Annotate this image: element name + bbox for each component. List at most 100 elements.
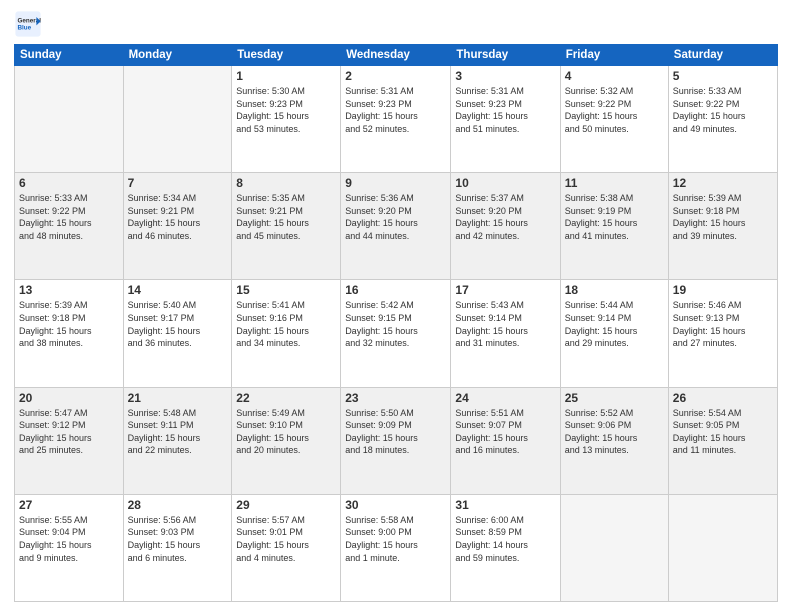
- weekday-header-monday: Monday: [123, 45, 232, 66]
- calendar-cell: 20 Sunrise: 5:47 AM Sunset: 9:12 PM Dayli…: [15, 387, 124, 494]
- calendar-cell: 25 Sunrise: 5:52 AM Sunset: 9:06 PM Dayli…: [560, 387, 668, 494]
- day-info: Sunrise: 5:42 AM Sunset: 9:15 PM Dayligh…: [345, 299, 446, 349]
- day-info: Sunrise: 5:47 AM Sunset: 9:12 PM Dayligh…: [19, 407, 119, 457]
- day-number: 12: [673, 176, 773, 190]
- day-number: 13: [19, 283, 119, 297]
- day-number: 3: [455, 69, 555, 83]
- day-info: Sunrise: 5:46 AM Sunset: 9:13 PM Dayligh…: [673, 299, 773, 349]
- calendar-week-row: 1 Sunrise: 5:30 AM Sunset: 9:23 PM Daylig…: [15, 66, 778, 173]
- day-info: Sunrise: 5:31 AM Sunset: 9:23 PM Dayligh…: [345, 85, 446, 135]
- calendar-table: SundayMondayTuesdayWednesdayThursdayFrid…: [14, 44, 778, 602]
- day-number: 8: [236, 176, 336, 190]
- calendar-cell: 26Sunrise: 5:54 AM Sunset: 9:05 PM Dayli…: [668, 387, 777, 494]
- day-number: 7: [128, 176, 228, 190]
- day-number: 6: [19, 176, 119, 190]
- calendar-cell: 11 Sunrise: 5:38 AM Sunset: 9:19 PM Dayli…: [560, 173, 668, 280]
- calendar-cell: 29Sunrise: 5:57 AM Sunset: 9:01 PM Dayli…: [232, 494, 341, 601]
- day-info: Sunrise: 5:33 AM Sunset: 9:22 PM Dayligh…: [673, 85, 773, 135]
- calendar-cell: 13Sunrise: 5:39 AM Sunset: 9:18 PM Dayli…: [15, 280, 124, 387]
- day-info: Sunrise: 5:44 AM Sunset: 9:14 PM Dayligh…: [565, 299, 664, 349]
- calendar-cell: 1 Sunrise: 5:30 AM Sunset: 9:23 PM Daylig…: [232, 66, 341, 173]
- calendar-week-row: 27 Sunrise: 5:55 AM Sunset: 9:04 PM Dayli…: [15, 494, 778, 601]
- calendar-cell: 5Sunrise: 5:33 AM Sunset: 9:22 PM Daylig…: [668, 66, 777, 173]
- day-number: 23: [345, 391, 446, 405]
- calendar-cell: 15Sunrise: 5:41 AM Sunset: 9:16 PM Dayli…: [232, 280, 341, 387]
- day-number: 18: [565, 283, 664, 297]
- calendar-cell: 22 Sunrise: 5:49 AM Sunset: 9:10 PM Dayli…: [232, 387, 341, 494]
- calendar-cell: [560, 494, 668, 601]
- day-number: 27: [19, 498, 119, 512]
- day-number: 16: [345, 283, 446, 297]
- day-info: Sunrise: 5:50 AM Sunset: 9:09 PM Dayligh…: [345, 407, 446, 457]
- calendar-cell: 28 Sunrise: 5:56 AM Sunset: 9:03 PM Dayli…: [123, 494, 232, 601]
- day-number: 29: [236, 498, 336, 512]
- day-info: Sunrise: 5:34 AM Sunset: 9:21 PM Dayligh…: [128, 192, 228, 242]
- logo-icon: General Blue: [14, 10, 42, 38]
- day-info: Sunrise: 5:55 AM Sunset: 9:04 PM Dayligh…: [19, 514, 119, 564]
- day-number: 28: [128, 498, 228, 512]
- weekday-header-tuesday: Tuesday: [232, 45, 341, 66]
- header: General Blue: [14, 10, 778, 38]
- day-info: Sunrise: 5:37 AM Sunset: 9:20 PM Dayligh…: [455, 192, 555, 242]
- day-number: 4: [565, 69, 664, 83]
- calendar-cell: 17 Sunrise: 5:43 AM Sunset: 9:14 PM Dayli…: [451, 280, 560, 387]
- day-info: Sunrise: 5:32 AM Sunset: 9:22 PM Dayligh…: [565, 85, 664, 135]
- calendar-cell: [123, 66, 232, 173]
- day-info: Sunrise: 5:51 AM Sunset: 9:07 PM Dayligh…: [455, 407, 555, 457]
- day-info: Sunrise: 5:48 AM Sunset: 9:11 PM Dayligh…: [128, 407, 228, 457]
- calendar-cell: 23 Sunrise: 5:50 AM Sunset: 9:09 PM Dayli…: [341, 387, 451, 494]
- calendar-cell: 14 Sunrise: 5:40 AM Sunset: 9:17 PM Dayli…: [123, 280, 232, 387]
- day-number: 20: [19, 391, 119, 405]
- day-info: Sunrise: 5:38 AM Sunset: 9:19 PM Dayligh…: [565, 192, 664, 242]
- day-number: 31: [455, 498, 555, 512]
- logo: General Blue: [14, 10, 46, 38]
- day-number: 22: [236, 391, 336, 405]
- day-info: Sunrise: 5:39 AM Sunset: 9:18 PM Dayligh…: [673, 192, 773, 242]
- day-info: Sunrise: 5:52 AM Sunset: 9:06 PM Dayligh…: [565, 407, 664, 457]
- calendar-cell: 16 Sunrise: 5:42 AM Sunset: 9:15 PM Dayli…: [341, 280, 451, 387]
- calendar-cell: 31 Sunrise: 6:00 AM Sunset: 8:59 PM Dayli…: [451, 494, 560, 601]
- day-number: 26: [673, 391, 773, 405]
- calendar-container: General Blue SundayMondayTuesdayWednesda…: [0, 0, 792, 612]
- weekday-header-thursday: Thursday: [451, 45, 560, 66]
- calendar-cell: 2 Sunrise: 5:31 AM Sunset: 9:23 PM Daylig…: [341, 66, 451, 173]
- day-info: Sunrise: 5:56 AM Sunset: 9:03 PM Dayligh…: [128, 514, 228, 564]
- day-info: Sunrise: 5:36 AM Sunset: 9:20 PM Dayligh…: [345, 192, 446, 242]
- day-info: Sunrise: 6:00 AM Sunset: 8:59 PM Dayligh…: [455, 514, 555, 564]
- day-info: Sunrise: 5:58 AM Sunset: 9:00 PM Dayligh…: [345, 514, 446, 564]
- calendar-cell: 30 Sunrise: 5:58 AM Sunset: 9:00 PM Dayli…: [341, 494, 451, 601]
- calendar-cell: 3 Sunrise: 5:31 AM Sunset: 9:23 PM Daylig…: [451, 66, 560, 173]
- calendar-cell: [15, 66, 124, 173]
- calendar-cell: [668, 494, 777, 601]
- day-info: Sunrise: 5:43 AM Sunset: 9:14 PM Dayligh…: [455, 299, 555, 349]
- day-info: Sunrise: 5:49 AM Sunset: 9:10 PM Dayligh…: [236, 407, 336, 457]
- calendar-cell: 10 Sunrise: 5:37 AM Sunset: 9:20 PM Dayli…: [451, 173, 560, 280]
- day-number: 11: [565, 176, 664, 190]
- day-number: 30: [345, 498, 446, 512]
- day-number: 17: [455, 283, 555, 297]
- svg-text:Blue: Blue: [18, 25, 32, 32]
- day-number: 1: [236, 69, 336, 83]
- calendar-cell: 19 Sunrise: 5:46 AM Sunset: 9:13 PM Dayli…: [668, 280, 777, 387]
- calendar-cell: 8 Sunrise: 5:35 AM Sunset: 9:21 PM Daylig…: [232, 173, 341, 280]
- weekday-header-wednesday: Wednesday: [341, 45, 451, 66]
- day-number: 21: [128, 391, 228, 405]
- day-info: Sunrise: 5:31 AM Sunset: 9:23 PM Dayligh…: [455, 85, 555, 135]
- weekday-header-friday: Friday: [560, 45, 668, 66]
- day-number: 10: [455, 176, 555, 190]
- weekday-header-row: SundayMondayTuesdayWednesdayThursdayFrid…: [15, 45, 778, 66]
- calendar-week-row: 6Sunrise: 5:33 AM Sunset: 9:22 PM Daylig…: [15, 173, 778, 280]
- day-info: Sunrise: 5:35 AM Sunset: 9:21 PM Dayligh…: [236, 192, 336, 242]
- day-info: Sunrise: 5:30 AM Sunset: 9:23 PM Dayligh…: [236, 85, 336, 135]
- calendar-cell: 24Sunrise: 5:51 AM Sunset: 9:07 PM Dayli…: [451, 387, 560, 494]
- day-number: 9: [345, 176, 446, 190]
- day-number: 2: [345, 69, 446, 83]
- day-number: 25: [565, 391, 664, 405]
- day-number: 19: [673, 283, 773, 297]
- day-info: Sunrise: 5:40 AM Sunset: 9:17 PM Dayligh…: [128, 299, 228, 349]
- calendar-cell: 4 Sunrise: 5:32 AM Sunset: 9:22 PM Daylig…: [560, 66, 668, 173]
- calendar-cell: 9 Sunrise: 5:36 AM Sunset: 9:20 PM Daylig…: [341, 173, 451, 280]
- day-number: 14: [128, 283, 228, 297]
- calendar-week-row: 20 Sunrise: 5:47 AM Sunset: 9:12 PM Dayli…: [15, 387, 778, 494]
- calendar-cell: 27 Sunrise: 5:55 AM Sunset: 9:04 PM Dayli…: [15, 494, 124, 601]
